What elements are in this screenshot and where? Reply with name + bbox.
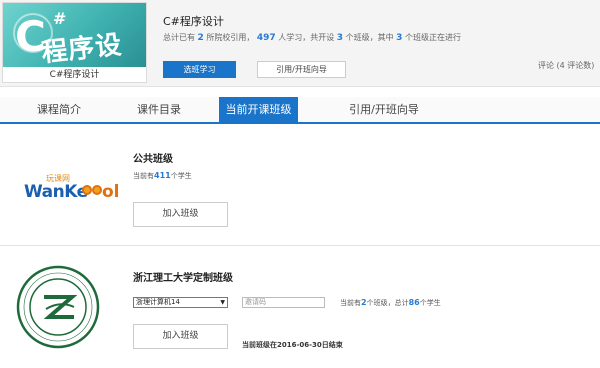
invite-code-input[interactable]: 邀请码 <box>242 297 325 308</box>
wanke-logo: 玩课网 WanKe ol <box>24 174 120 202</box>
tab-intro[interactable]: 课程简介 <box>18 97 100 122</box>
select-class-button[interactable]: 选班学习 <box>163 61 236 78</box>
student-count: 当前有411个学生 <box>133 171 192 180</box>
zstu-seal-logo <box>16 265 100 349</box>
learner-count: 497 <box>256 33 276 43</box>
cover-title: 程序设计 <box>40 30 124 67</box>
class-card-public: 玩课网 WanKe ol 公共班级 当前有411个学生 加入班级 <box>0 128 600 246</box>
cite-guide-button[interactable]: 引用/开班向导 <box>257 61 346 78</box>
dropdown-arrow-icon: ▼ <box>220 299 225 306</box>
course-cover-image: C # 程序设计 <box>3 3 146 67</box>
course-title: C#程序设计 <box>163 15 224 28</box>
tab-catalog[interactable]: 课件目录 <box>118 97 200 122</box>
course-header: C # 程序设计 C#程序设计 C#程序设计 总计已有 2 所院校引用， 497… <box>0 0 600 87</box>
course-stats: 总计已有 2 所院校引用， 497 人学习，共开设 3 个班级，其中 3 个班级… <box>163 33 461 43</box>
comments-link[interactable]: 评论 (4 评论数) <box>538 60 594 71</box>
course-cover[interactable]: C # 程序设计 C#程序设计 <box>2 2 147 83</box>
school-count: 2 <box>197 33 204 43</box>
class-end-date: 当前班级在2016-06-30日结束 <box>242 341 343 349</box>
course-tabs: 课程简介 课件目录 当前开课班级 引用/开班向导 <box>0 97 600 124</box>
ongoing-count: 3 <box>396 33 403 43</box>
class-name: 公共班级 <box>133 154 173 165</box>
class-select[interactable]: 浙理计算机14 ▼ <box>133 297 228 308</box>
tab-current-classes[interactable]: 当前开课班级 <box>219 97 298 122</box>
cover-sharp: # <box>53 9 67 28</box>
class-stats: 当前有2个班级，总计86个学生 <box>340 298 441 307</box>
cover-caption: C#程序设计 <box>49 70 100 80</box>
join-class-button[interactable]: 加入班级 <box>133 202 228 227</box>
class-count: 3 <box>336 33 344 43</box>
tab-cite-guide[interactable]: 引用/开班向导 <box>330 97 438 122</box>
page: C # 程序设计 C#程序设计 C#程序设计 总计已有 2 所院校引用， 497… <box>0 0 600 368</box>
class-card-zstu: 浙江理工大学定制班级 浙理计算机14 ▼ 邀请码 当前有2个班级，总计86个学生… <box>0 247 600 368</box>
join-class-button[interactable]: 加入班级 <box>133 324 228 349</box>
class-name: 浙江理工大学定制班级 <box>133 273 233 284</box>
